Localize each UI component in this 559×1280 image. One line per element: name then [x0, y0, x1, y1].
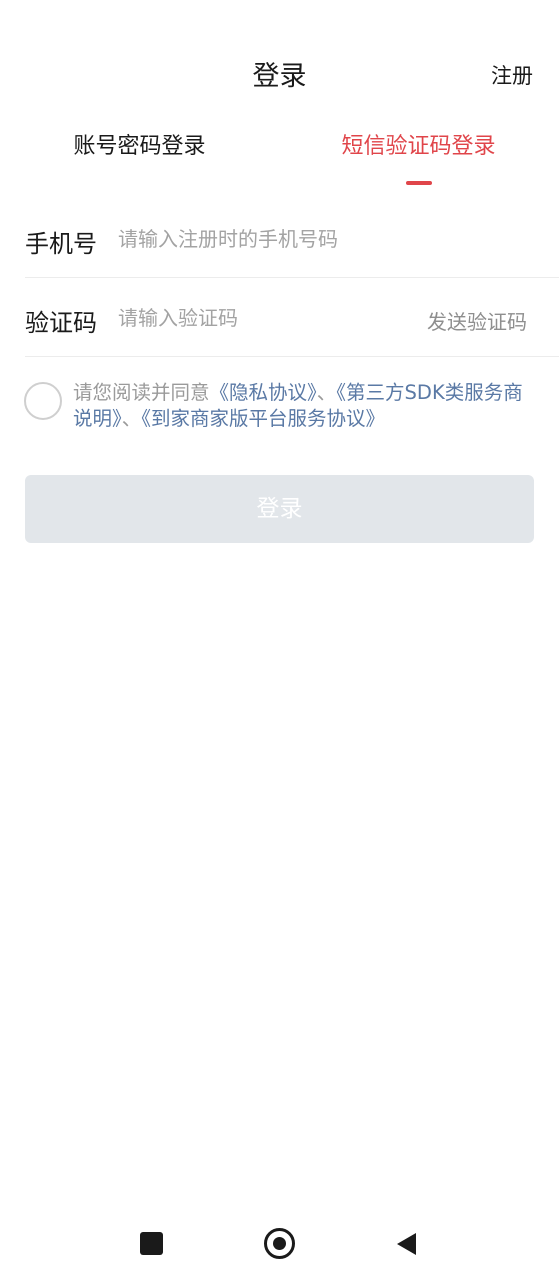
- header: 登录 注册: [0, 48, 559, 100]
- login-page: 登录 注册 账号密码登录 短信验证码登录 手机号 验证码 发送验证码 请您阅读并…: [0, 0, 559, 1280]
- tab-sms-login[interactable]: 短信验证码登录: [279, 128, 558, 160]
- platform-agreement-link[interactable]: 《到家商家版平台服务协议》: [141, 407, 385, 430]
- send-code-button[interactable]: 发送验证码: [427, 306, 527, 335]
- home-circle-icon[interactable]: [264, 1228, 295, 1259]
- tab-password-login[interactable]: 账号密码登录: [0, 128, 279, 160]
- privacy-policy-link[interactable]: 《隐私协议》: [210, 381, 317, 404]
- login-button[interactable]: 登录: [25, 475, 534, 543]
- register-link[interactable]: 注册: [491, 60, 533, 90]
- home-dot-icon: [273, 1237, 286, 1250]
- agreement-text: 请您阅读并同意《隐私协议》、《第三方SDK类服务商说明》、《到家商家版平台服务协…: [73, 380, 535, 432]
- active-tab-indicator: [406, 181, 432, 185]
- code-input[interactable]: [118, 301, 408, 335]
- phone-label: 手机号: [25, 230, 97, 258]
- agreement-separator: 、: [316, 381, 337, 404]
- code-label: 验证码: [25, 309, 97, 337]
- login-tabs: 账号密码登录 短信验证码登录: [0, 128, 559, 192]
- back-triangle-icon[interactable]: [395, 1232, 417, 1256]
- agreement-separator: 、: [121, 407, 142, 430]
- page-title: 登录: [252, 61, 307, 92]
- recents-square-icon[interactable]: [140, 1232, 163, 1255]
- agreement-prefix: 请您阅读并同意: [73, 381, 210, 404]
- code-row: 验证码 发送验证码: [25, 279, 559, 357]
- agreement-checkbox[interactable]: [24, 382, 62, 420]
- system-navigation-bar: [0, 1208, 559, 1280]
- phone-input[interactable]: [118, 222, 408, 256]
- phone-row: 手机号: [25, 200, 559, 278]
